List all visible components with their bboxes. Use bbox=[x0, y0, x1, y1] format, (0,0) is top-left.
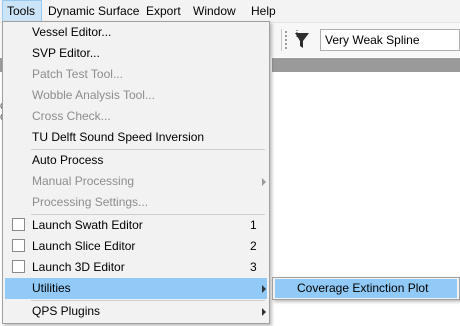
menu-export[interactable]: Export bbox=[142, 0, 185, 22]
menu-help-label: Help bbox=[251, 4, 276, 18]
menu-item-label: Processing Settings... bbox=[32, 195, 149, 209]
tools-menu: Vessel Editor... SVP Editor... Patch Tes… bbox=[2, 21, 270, 324]
filter-strength-value: Very Weak Spline bbox=[325, 33, 420, 47]
menu-item-cross-check: Cross Check... bbox=[5, 106, 267, 127]
menu-bar: Tools Dynamic Surface Export Window Help bbox=[0, 0, 460, 23]
menu-item-auto-process[interactable]: Auto Process bbox=[5, 150, 267, 171]
menu-tools-label: Tools bbox=[7, 4, 36, 18]
menu-item-tu-delft-sound-speed-inversion[interactable]: TU Delft Sound Speed Inversion bbox=[5, 127, 267, 148]
checkbox-icon[interactable] bbox=[12, 239, 25, 252]
menu-export-label: Export bbox=[146, 4, 181, 18]
menu-help[interactable]: Help bbox=[247, 0, 280, 22]
menu-item-label: Launch Swath Editor bbox=[32, 218, 143, 232]
menu-item-label: QPS Plugins bbox=[32, 304, 101, 318]
menu-item-wobble-analysis-tool: Wobble Analysis Tool... bbox=[5, 85, 267, 106]
toolbar-separator bbox=[281, 29, 282, 51]
menu-item-label: Auto Process bbox=[32, 153, 104, 167]
menu-dynamic-surface[interactable]: Dynamic Surface bbox=[44, 0, 143, 22]
menu-item-launch-3d-editor[interactable]: Launch 3D Editor 3 bbox=[5, 257, 267, 278]
menu-window[interactable]: Window bbox=[189, 0, 240, 22]
menu-item-label: Cross Check... bbox=[32, 109, 111, 123]
menu-item-processing-settings: Processing Settings... bbox=[5, 192, 267, 213]
menu-item-label: Utilities bbox=[32, 281, 71, 295]
checkbox-icon[interactable] bbox=[12, 218, 25, 231]
utilities-submenu: Coverage Extinction Plot bbox=[272, 277, 460, 300]
menu-item-manual-processing: Manual Processing bbox=[5, 171, 267, 192]
menu-tools[interactable]: Tools bbox=[2, 0, 42, 22]
menu-item-qps-plugins[interactable]: QPS Plugins bbox=[5, 301, 267, 322]
menu-item-label: Coverage Extinction Plot bbox=[297, 281, 429, 295]
menu-item-label: SVP Editor... bbox=[32, 46, 100, 60]
checkbox-icon[interactable] bbox=[12, 260, 25, 273]
menu-item-label: Vessel Editor... bbox=[32, 25, 112, 39]
panel-header-strip bbox=[272, 58, 460, 72]
shortcut-label: 1 bbox=[250, 218, 257, 232]
menu-item-svp-editor[interactable]: SVP Editor... bbox=[5, 43, 267, 64]
submenu-arrow-icon bbox=[262, 285, 266, 293]
menu-item-label: Launch 3D Editor bbox=[32, 260, 125, 274]
filter-icon[interactable] bbox=[291, 30, 313, 52]
menu-item-label: Launch Slice Editor bbox=[32, 239, 136, 253]
menu-item-launch-swath-editor[interactable]: Launch Swath Editor 1 bbox=[5, 215, 267, 236]
menu-dynamic-surface-label: Dynamic Surface bbox=[48, 4, 140, 18]
menu-item-patch-test-tool: Patch Test Tool... bbox=[5, 64, 267, 85]
filter-strength-combo[interactable]: Very Weak Spline bbox=[320, 29, 460, 51]
menu-item-utilities[interactable]: Utilities bbox=[5, 278, 267, 299]
shortcut-label: 2 bbox=[250, 239, 257, 253]
shortcut-label: 3 bbox=[250, 260, 257, 274]
menu-window-label: Window bbox=[193, 4, 236, 18]
menu-item-label: Wobble Analysis Tool... bbox=[32, 88, 155, 102]
submenu-arrow-icon bbox=[262, 308, 266, 316]
submenu-arrow-icon bbox=[262, 178, 266, 186]
toolbar-grip[interactable] bbox=[285, 31, 289, 49]
menu-item-label: Patch Test Tool... bbox=[32, 67, 123, 81]
menu-item-label: Manual Processing bbox=[32, 174, 135, 188]
menu-item-vessel-editor[interactable]: Vessel Editor... bbox=[5, 22, 267, 43]
menu-item-launch-slice-editor[interactable]: Launch Slice Editor 2 bbox=[5, 236, 267, 257]
menu-item-label: TU Delft Sound Speed Inversion bbox=[32, 130, 205, 144]
menu-item-coverage-extinction-plot[interactable]: Coverage Extinction Plot bbox=[275, 279, 457, 298]
